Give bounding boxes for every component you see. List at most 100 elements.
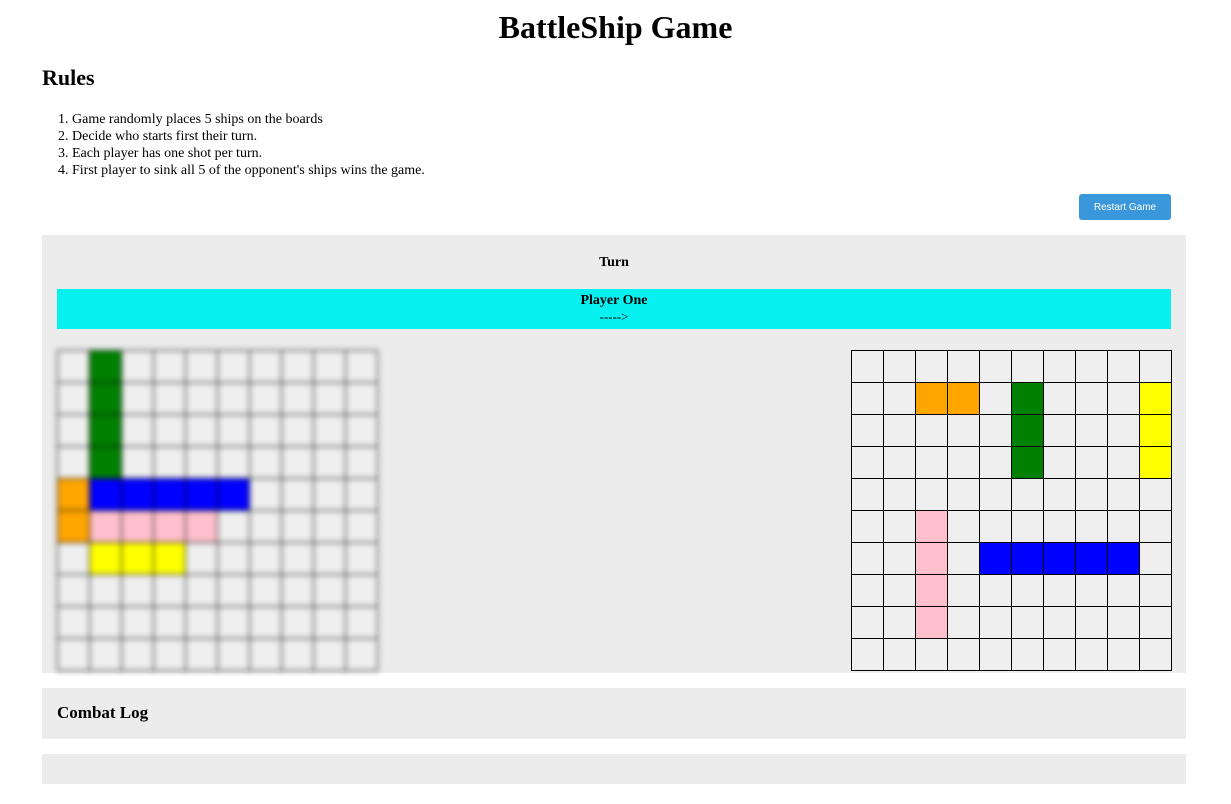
- board-cell[interactable]: [884, 543, 916, 575]
- board-cell[interactable]: [884, 383, 916, 415]
- board-cell[interactable]: [1044, 447, 1076, 479]
- board-cell[interactable]: [884, 511, 916, 543]
- restart-game-button[interactable]: Restart Game: [1079, 194, 1171, 220]
- board-cell[interactable]: [1012, 351, 1044, 383]
- board-cell[interactable]: [852, 383, 884, 415]
- board-cell[interactable]: [1140, 639, 1172, 671]
- board-cell[interactable]: [852, 575, 884, 607]
- board-cell[interactable]: [1076, 351, 1108, 383]
- ship-cell-pink[interactable]: [916, 543, 948, 575]
- board-cell[interactable]: [1108, 447, 1140, 479]
- board-cell[interactable]: [1108, 383, 1140, 415]
- ship-cell-yellow[interactable]: [1140, 447, 1172, 479]
- ship-cell-blue[interactable]: [1012, 543, 1044, 575]
- board-cell[interactable]: [980, 479, 1012, 511]
- ship-cell-orange[interactable]: [916, 383, 948, 415]
- board-cell[interactable]: [980, 639, 1012, 671]
- ship-cell-yellow[interactable]: [1140, 415, 1172, 447]
- board-cell[interactable]: [1108, 639, 1140, 671]
- board-cell[interactable]: [1044, 415, 1076, 447]
- board-cell[interactable]: [980, 415, 1012, 447]
- board-cell[interactable]: [948, 479, 980, 511]
- ship-cell-green[interactable]: [1012, 383, 1044, 415]
- board-cell[interactable]: [1044, 607, 1076, 639]
- board-cell[interactable]: [948, 447, 980, 479]
- board-cell[interactable]: [852, 351, 884, 383]
- board-cell[interactable]: [884, 607, 916, 639]
- board-cell[interactable]: [852, 639, 884, 671]
- ship-cell-blue[interactable]: [1108, 543, 1140, 575]
- board-cell[interactable]: [1076, 383, 1108, 415]
- ship-cell-pink[interactable]: [916, 575, 948, 607]
- board-cell[interactable]: [1108, 575, 1140, 607]
- board-cell[interactable]: [1140, 511, 1172, 543]
- board-cell[interactable]: [1108, 607, 1140, 639]
- board-cell[interactable]: [980, 511, 1012, 543]
- board-cell[interactable]: [1108, 351, 1140, 383]
- board-cell[interactable]: [948, 607, 980, 639]
- board-cell[interactable]: [1012, 639, 1044, 671]
- board-cell[interactable]: [852, 511, 884, 543]
- ship-cell-pink[interactable]: [916, 511, 948, 543]
- board-cell[interactable]: [1076, 447, 1108, 479]
- board-cell[interactable]: [852, 415, 884, 447]
- ship-cell-yellow[interactable]: [1140, 383, 1172, 415]
- ship-cell-pink[interactable]: [916, 607, 948, 639]
- ship-cell-orange[interactable]: [948, 383, 980, 415]
- board-cell[interactable]: [884, 447, 916, 479]
- board-cell[interactable]: [1140, 351, 1172, 383]
- board-cell[interactable]: [1044, 575, 1076, 607]
- board-cell[interactable]: [980, 607, 1012, 639]
- board-cell[interactable]: [980, 447, 1012, 479]
- board-cell[interactable]: [852, 479, 884, 511]
- board-cell[interactable]: [852, 543, 884, 575]
- board-cell[interactable]: [948, 351, 980, 383]
- board-cell[interactable]: [1108, 415, 1140, 447]
- board-cell[interactable]: [1044, 479, 1076, 511]
- board-cell[interactable]: [1140, 607, 1172, 639]
- board-cell[interactable]: [884, 479, 916, 511]
- board-cell[interactable]: [948, 575, 980, 607]
- ship-cell-blue[interactable]: [1044, 543, 1076, 575]
- board-cell[interactable]: [1140, 543, 1172, 575]
- board-cell[interactable]: [1044, 639, 1076, 671]
- board-cell[interactable]: [884, 639, 916, 671]
- board-cell[interactable]: [916, 447, 948, 479]
- board-cell[interactable]: [1108, 511, 1140, 543]
- board-cell[interactable]: [1012, 479, 1044, 511]
- ship-cell-blue[interactable]: [1076, 543, 1108, 575]
- board-cell[interactable]: [980, 575, 1012, 607]
- board-cell[interactable]: [1044, 351, 1076, 383]
- board-cell[interactable]: [1076, 415, 1108, 447]
- board-cell[interactable]: [916, 479, 948, 511]
- ship-cell-green[interactable]: [1012, 447, 1044, 479]
- board-cell[interactable]: [1140, 575, 1172, 607]
- board-cell[interactable]: [1076, 575, 1108, 607]
- board-cell[interactable]: [1012, 511, 1044, 543]
- board-cell[interactable]: [980, 351, 1012, 383]
- board-cell[interactable]: [1012, 607, 1044, 639]
- board-cell[interactable]: [1076, 607, 1108, 639]
- board-cell[interactable]: [1012, 575, 1044, 607]
- board-cell[interactable]: [884, 351, 916, 383]
- board-cell[interactable]: [948, 415, 980, 447]
- board-cell[interactable]: [1076, 479, 1108, 511]
- board-cell[interactable]: [948, 543, 980, 575]
- board-cell[interactable]: [884, 415, 916, 447]
- board-cell[interactable]: [1044, 511, 1076, 543]
- board-cell[interactable]: [884, 575, 916, 607]
- board-cell[interactable]: [1044, 383, 1076, 415]
- board-cell[interactable]: [980, 383, 1012, 415]
- board-cell[interactable]: [916, 639, 948, 671]
- board-cell[interactable]: [1140, 479, 1172, 511]
- board-cell[interactable]: [1108, 479, 1140, 511]
- board-cell[interactable]: [916, 415, 948, 447]
- ship-cell-green[interactable]: [1012, 415, 1044, 447]
- board-cell[interactable]: [852, 607, 884, 639]
- board-cell[interactable]: [916, 351, 948, 383]
- board-cell[interactable]: [852, 447, 884, 479]
- ship-cell-blue[interactable]: [980, 543, 1012, 575]
- player-two-board[interactable]: [851, 350, 1172, 671]
- board-cell[interactable]: [1076, 639, 1108, 671]
- board-cell[interactable]: [1076, 511, 1108, 543]
